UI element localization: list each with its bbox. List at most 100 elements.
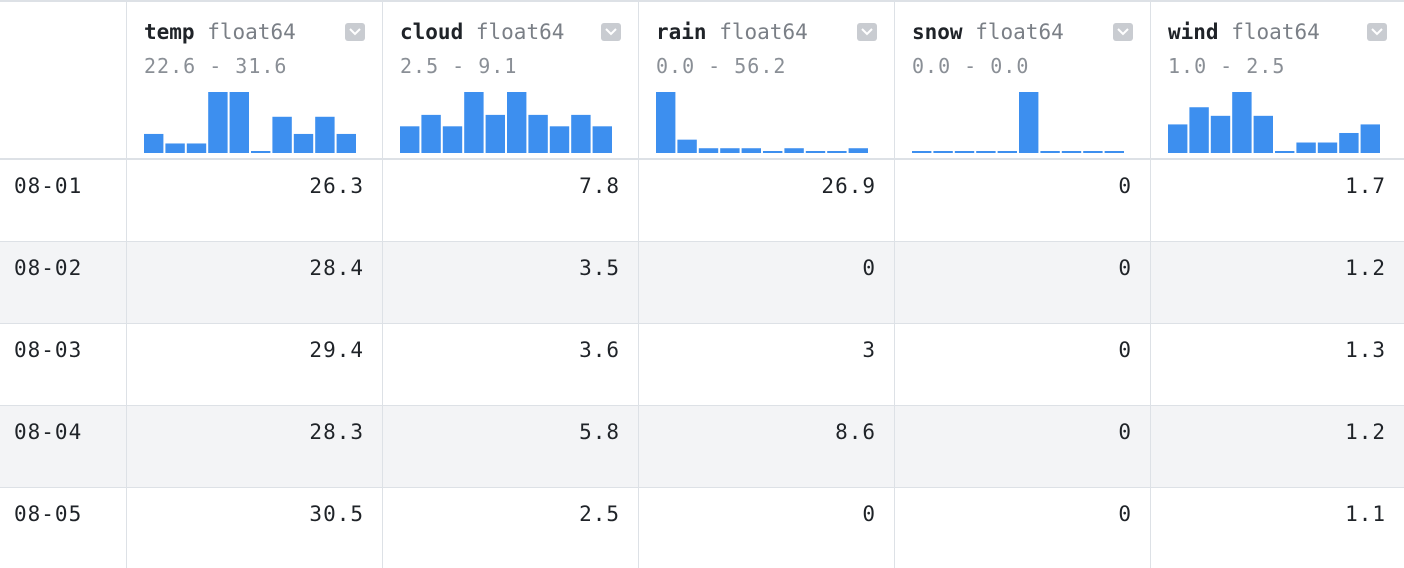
column-histogram <box>656 92 868 153</box>
column-header-temp: temp float64 22.6 - 31.6 <box>126 0 382 160</box>
histogram-bar <box>315 116 335 153</box>
table-cell[interactable]: 1.3 <box>1150 324 1404 406</box>
histogram-bar <box>1104 151 1124 153</box>
chevron-down-icon <box>349 28 361 36</box>
chevron-down-icon <box>1371 28 1383 36</box>
table-cell[interactable]: 30.5 <box>126 488 382 568</box>
table-cell[interactable]: 26.9 <box>638 160 894 242</box>
row-index: 08-04 <box>0 406 126 488</box>
column-header-rain: rain float64 0.0 - 56.2 <box>638 0 894 160</box>
histogram-bar <box>549 126 570 153</box>
column-histogram <box>1168 92 1380 153</box>
column-header-cloud: cloud float64 2.5 - 9.1 <box>382 0 638 160</box>
histogram-bar <box>507 92 527 153</box>
histogram-bar <box>400 126 420 153</box>
histogram-bar <box>528 114 548 153</box>
histogram-bar <box>848 148 868 153</box>
table-cell[interactable]: 29.4 <box>126 324 382 406</box>
histogram-bar <box>592 126 612 153</box>
dataframe-table: temp float64 22.6 - 31.6 cloud float64 2… <box>0 0 1404 568</box>
table-cell[interactable]: 3.6 <box>382 324 638 406</box>
column-menu-button[interactable] <box>857 23 877 41</box>
chevron-down-icon <box>605 28 617 36</box>
column-menu-button[interactable] <box>601 23 621 41</box>
histogram-bar <box>954 151 975 153</box>
histogram-bar <box>1296 142 1316 153</box>
index-header <box>0 0 126 160</box>
histogram-bar <box>464 92 484 153</box>
histogram-bar <box>805 151 826 153</box>
table-cell[interactable]: 2.5 <box>382 488 638 568</box>
table-cell[interactable]: 3.5 <box>382 242 638 324</box>
table-cell[interactable]: 1.2 <box>1150 406 1404 488</box>
histogram-bar <box>656 92 676 153</box>
histogram-bar <box>1275 151 1295 153</box>
histogram-bar <box>1189 107 1209 153</box>
histogram-bar <box>1317 142 1338 153</box>
table-cell[interactable]: 1.2 <box>1150 242 1404 324</box>
histogram-bar <box>186 143 207 153</box>
table-cell[interactable]: 0 <box>894 324 1150 406</box>
histogram-bar <box>997 151 1017 153</box>
histogram-bar <box>571 114 591 153</box>
column-dtype: float64 <box>475 20 565 44</box>
histogram-bar <box>1061 151 1082 153</box>
table-cell[interactable]: 8.6 <box>638 406 894 488</box>
histogram-bar <box>442 126 463 153</box>
table-cell[interactable]: 0 <box>894 242 1150 324</box>
histogram-bar <box>1019 92 1039 153</box>
histogram-bar <box>720 148 740 153</box>
column-dtype: float64 <box>719 20 808 44</box>
histogram-bar <box>933 151 953 153</box>
table-cell[interactable]: 1.7 <box>1150 160 1404 242</box>
column-histogram <box>912 92 1124 153</box>
row-index: 08-05 <box>14 502 83 526</box>
table-cell[interactable]: 0 <box>638 488 894 568</box>
histogram-bar <box>251 151 271 153</box>
column-menu-button[interactable] <box>345 23 365 41</box>
histogram-bar <box>1253 115 1273 153</box>
chevron-down-icon <box>1117 28 1129 36</box>
table-cell[interactable]: 28.4 <box>126 242 382 324</box>
histogram-bar <box>763 151 783 153</box>
row-index: 08-03 <box>0 324 126 406</box>
histogram-bar <box>336 133 356 153</box>
column-header-wind: wind float64 1.0 - 2.5 <box>1150 0 1404 160</box>
table-cell[interactable]: 0 <box>894 160 1150 242</box>
histogram-bar <box>1040 151 1060 153</box>
table-cell[interactable]: 3 <box>638 324 894 406</box>
histogram-bar <box>976 151 996 153</box>
table-cell[interactable]: 7.8 <box>382 160 638 242</box>
column-dtype: float64 <box>975 20 1064 44</box>
column-range: 22.6 - 31.6 <box>144 54 288 78</box>
table-cell[interactable]: 5.8 <box>382 406 638 488</box>
histogram-bar <box>741 148 761 153</box>
table-cell[interactable]: 26.3 <box>126 160 382 242</box>
histogram-bar <box>1339 132 1359 153</box>
table-cell[interactable]: 0 <box>894 488 1150 568</box>
histogram-bar <box>229 92 249 153</box>
histogram-bar <box>912 151 932 153</box>
table-cell[interactable]: 1.1 <box>1150 488 1404 568</box>
column-menu-button[interactable] <box>1367 23 1387 41</box>
histogram-bar <box>1083 151 1103 153</box>
column-name: rain <box>656 20 707 44</box>
column-histogram <box>144 92 356 153</box>
column-header-snow: snow float64 0.0 - 0.0 <box>894 0 1150 160</box>
histogram-bar <box>1360 124 1380 153</box>
table-cell[interactable]: 0 <box>638 242 894 324</box>
histogram-bar <box>827 151 847 153</box>
table-cell[interactable]: 0 <box>894 406 1150 488</box>
column-name: cloud <box>400 20 464 44</box>
histogram-bar <box>421 114 441 153</box>
column-menu-button[interactable] <box>1113 23 1133 41</box>
column-name: temp <box>144 20 195 44</box>
histogram-bar <box>1232 92 1252 153</box>
histogram-bar <box>1210 115 1231 153</box>
column-name: snow <box>912 20 963 44</box>
column-range: 2.5 - 9.1 <box>400 54 518 78</box>
histogram-bar <box>485 114 505 153</box>
table-cell[interactable]: 28.3 <box>126 406 382 488</box>
chevron-down-icon <box>861 28 873 36</box>
column-histogram <box>400 92 612 153</box>
